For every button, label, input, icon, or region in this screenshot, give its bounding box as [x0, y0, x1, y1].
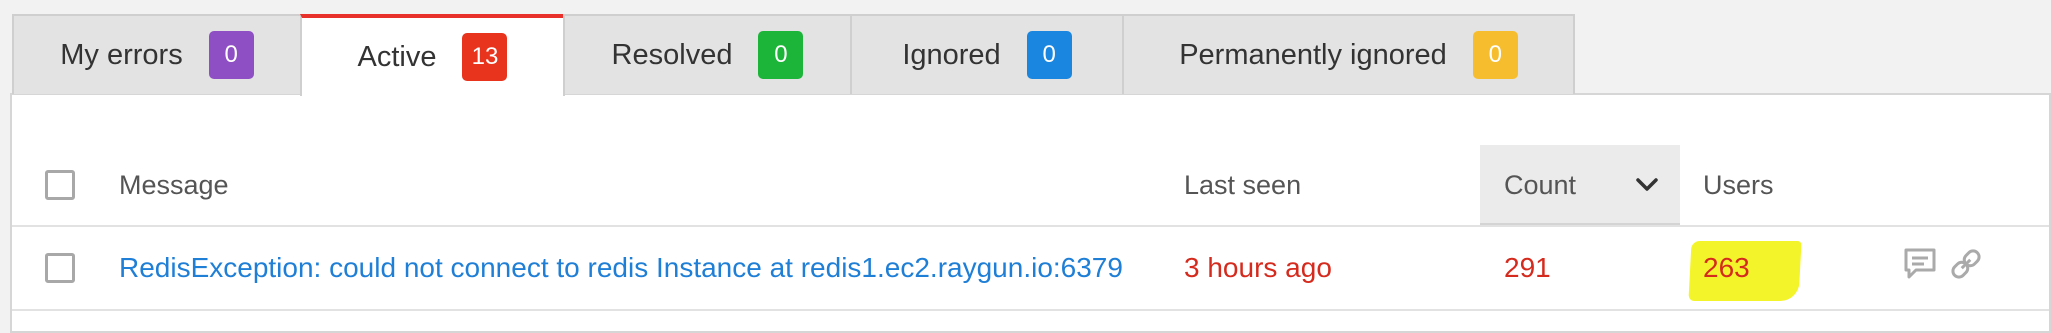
table-header: Message Last seen Count Users	[12, 145, 2049, 227]
users-value: 263	[1703, 252, 1750, 283]
column-header-message[interactable]: Message	[119, 145, 229, 225]
tab-label: Resolved	[611, 38, 733, 71]
tab-label: Active	[357, 40, 437, 73]
count-badge: 0	[208, 31, 254, 79]
sort-toggle[interactable]	[1636, 145, 1658, 225]
message-cell: RedisException: could not connect to red…	[119, 227, 1123, 309]
row-checkbox[interactable]	[45, 253, 75, 283]
tab-my-errors[interactable]: My errors 0	[12, 14, 302, 94]
table-row[interactable]: RedisException: could not connect to red…	[12, 227, 2049, 311]
count-value: 291	[1504, 252, 1551, 283]
tab-label: Ignored	[902, 38, 1001, 71]
chevron-down-icon[interactable]	[1636, 178, 1658, 192]
row-checkbox-cell[interactable]	[45, 227, 75, 309]
tab-active[interactable]: Active 13	[300, 14, 565, 96]
tab-ignored[interactable]: Ignored 0	[850, 14, 1124, 94]
errors-panel: Message Last seen Count Users RedisExcep…	[10, 93, 2051, 333]
select-all-checkbox-cell[interactable]	[45, 145, 75, 225]
error-message-link[interactable]: RedisException: could not connect to red…	[119, 252, 1123, 284]
select-all-checkbox[interactable]	[45, 170, 75, 200]
count-badge: 0	[1026, 31, 1072, 79]
column-header-last-seen[interactable]: Last seen	[1184, 145, 1301, 225]
column-header-users[interactable]: Users	[1703, 145, 1774, 225]
tab-permanently-ignored[interactable]: Permanently ignored 0	[1122, 14, 1575, 94]
comment-icon[interactable]	[1902, 246, 1938, 287]
tab-label: Permanently ignored	[1179, 38, 1447, 71]
status-tabs: My errors 0 Active 13 Resolved 0 Ignored…	[12, 14, 1575, 96]
link-icon[interactable]	[1948, 246, 1984, 287]
count-badge: 13	[462, 33, 508, 81]
tab-label: My errors	[60, 38, 183, 71]
count-badge: 0	[758, 31, 804, 79]
column-header-count[interactable]: Count	[1504, 145, 1576, 225]
count-badge: 0	[1472, 31, 1518, 79]
last-seen-value: 3 hours ago	[1184, 252, 1332, 283]
tab-resolved[interactable]: Resolved 0	[563, 14, 852, 94]
